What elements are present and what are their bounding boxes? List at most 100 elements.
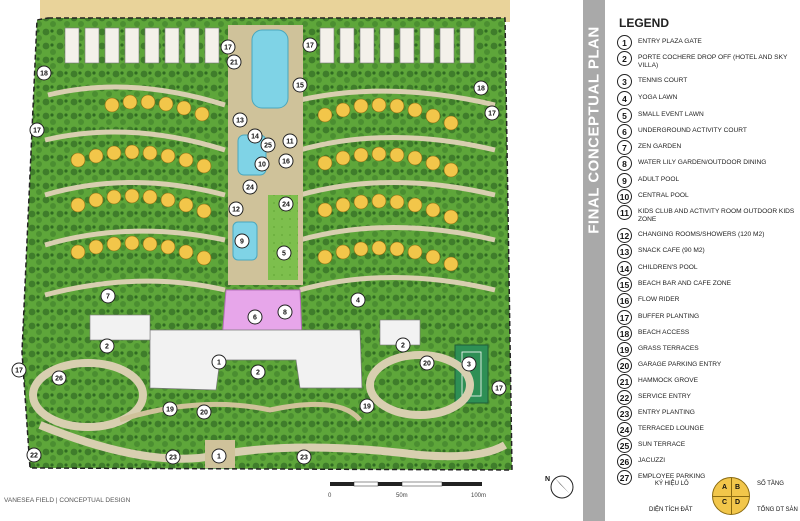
legend-label: BUFFER PLANTING [638, 313, 700, 320]
key-lot-label: KÝ HIỆU LÔ [655, 481, 689, 487]
map-number-tag: 18 [36, 65, 52, 81]
map-number-tag: 21 [226, 54, 242, 70]
plan-title: FINAL CONCEPTUAL PLAN [585, 26, 603, 234]
beach-pool [251, 29, 289, 109]
map-number-tag: 17 [302, 37, 318, 53]
legend-label: SMALL EVENT LAWN [638, 111, 704, 118]
legend-title: LEGEND [619, 16, 670, 30]
legend-number-badge: 17 [617, 310, 632, 325]
key-cell-b: B [735, 484, 741, 491]
map-number-tag: 24 [242, 179, 258, 195]
legend-item: 25 SUN TERRACE [617, 438, 797, 453]
legend-number-badge: 4 [617, 91, 632, 106]
map-number-text: 11 [286, 139, 294, 146]
map-number-text: 2 [105, 344, 109, 351]
project-caption: VANESEA FIELD | CONCEPTUAL DESIGN [4, 497, 131, 504]
map-number-tag: 14 [247, 128, 263, 144]
legend-label: SERVICE ENTRY [638, 393, 691, 400]
map-number-text: 17 [224, 45, 232, 52]
legend-label: JACUZZI [638, 457, 666, 464]
legend-number-badge: 25 [617, 438, 632, 453]
map-number-tag: 19 [162, 401, 178, 417]
legend-label: HAMMOCK GROVE [638, 377, 699, 384]
map-number-tag: 11 [282, 133, 298, 149]
legend-label: PORTE COCHERE DROP OFF (HOTEL AND SKY VI… [638, 54, 788, 69]
map-number-text: 1 [217, 454, 221, 461]
legend-label: TENNIS COURT [638, 77, 688, 84]
map-number-tag: 2 [99, 338, 115, 354]
legend-item: 23 ENTRY PLANTING [617, 406, 797, 421]
map-number-text: 6 [253, 315, 257, 322]
legend-label: ADULT POOL [638, 176, 680, 183]
map-number-tag: 13 [232, 112, 248, 128]
legend-label: SUN TERRACE [638, 441, 686, 448]
map-number-tag: 19 [359, 398, 375, 414]
legend-number-badge: 26 [617, 454, 632, 469]
map-number-text: 23 [169, 455, 177, 462]
legend-label: KIDS CLUB AND ACTIVITY ROOM OUTDOOR KIDS… [638, 208, 795, 223]
map-number-tag: 8 [277, 304, 293, 320]
map-number-tag: 17 [491, 380, 507, 396]
legend-label: CHILDREN'S POOL [638, 264, 698, 271]
legend-label: TERRACED LOUNGE [638, 425, 704, 432]
legend-number-badge: 7 [617, 140, 632, 155]
legend-number-badge: 6 [617, 124, 632, 139]
legend-label: UNDERGROUND ACTIVITY COURT [638, 127, 747, 134]
map-number-text: 19 [166, 407, 174, 414]
legend-number-badge: 8 [617, 156, 632, 171]
map-number-text: 24 [282, 202, 290, 209]
legend-item: 24 TERRACED LOUNGE [617, 422, 797, 437]
legend-item: 8 WATER LILY GARDEN/OUTDOOR DINING [617, 156, 797, 171]
legend-item: 21 HAMMOCK GROVE [617, 374, 797, 389]
map-number-text: 17 [15, 368, 23, 375]
legend-number-badge: 18 [617, 326, 632, 341]
map-number-text: 12 [232, 207, 240, 214]
legend-item: 16 FLOW RIDER [617, 293, 797, 308]
legend-item: 6 UNDERGROUND ACTIVITY COURT [617, 124, 797, 139]
legend-number-badge: 22 [617, 390, 632, 405]
legend-item: 3 TENNIS COURT [617, 74, 797, 89]
legend-label: GRASS TERRACES [638, 345, 699, 352]
map-number-tag: 24 [278, 196, 294, 212]
map-number-tag: 23 [296, 449, 312, 465]
map-number-text: 5 [282, 251, 286, 258]
map-number-text: 3 [467, 362, 471, 369]
map-number-tag: 20 [196, 404, 212, 420]
key-floors-label: SỐ TẦNG [757, 481, 784, 487]
legend-item: 19 GRASS TERRACES [617, 342, 797, 357]
map-number-text: 17 [306, 43, 314, 50]
map-number-text: 21 [230, 60, 238, 67]
map-number-tag: 23 [165, 449, 181, 465]
map-number-tag: 10 [254, 156, 270, 172]
legend-item: 1 ENTRY PLAZA GATE [617, 35, 797, 50]
map-number-text: 20 [423, 361, 431, 368]
map-number-tag: 17 [11, 362, 27, 378]
map-number-text: 14 [251, 134, 259, 141]
legend-label: EMPLOYEE PARKING [638, 473, 706, 480]
map-number-text: 26 [55, 376, 63, 383]
legend-number-badge: 3 [617, 74, 632, 89]
legend-label: CENTRAL POOL [638, 192, 689, 199]
map-number-tag: 5 [276, 245, 292, 261]
legend-item: 13 SNACK CAFE (90 M2) [617, 244, 797, 259]
legend-panel: LEGEND 1 ENTRY PLAZA GATE 2 PORTE COCHERE D… [609, 0, 800, 521]
map-number-tag: 18 [473, 80, 489, 96]
map-number-text: 8 [283, 310, 287, 317]
key-cell-c: C [722, 499, 728, 506]
map-number-text: 20 [200, 410, 208, 417]
legend-label: ENTRY PLAZA GATE [638, 38, 702, 45]
legend-item: 9 ADULT POOL [617, 173, 797, 188]
map-number-text: 18 [477, 86, 485, 93]
map-number-tag: 4 [350, 292, 366, 308]
legend-number-badge: 14 [617, 261, 632, 276]
map-number-text: 15 [296, 83, 304, 90]
map-number-tag: 12 [228, 201, 244, 217]
map-number-tag: 15 [292, 77, 308, 93]
legend-label: ZEN GARDEN [638, 143, 682, 150]
legend-number-badge: 11 [617, 205, 632, 220]
legend-item: 14 CHILDREN'S POOL [617, 261, 797, 276]
map-number-text: 23 [300, 455, 308, 462]
legend-item: 5 SMALL EVENT LAWN [617, 108, 797, 123]
legend-number-badge: 13 [617, 244, 632, 259]
map-number-text: 9 [240, 239, 244, 246]
